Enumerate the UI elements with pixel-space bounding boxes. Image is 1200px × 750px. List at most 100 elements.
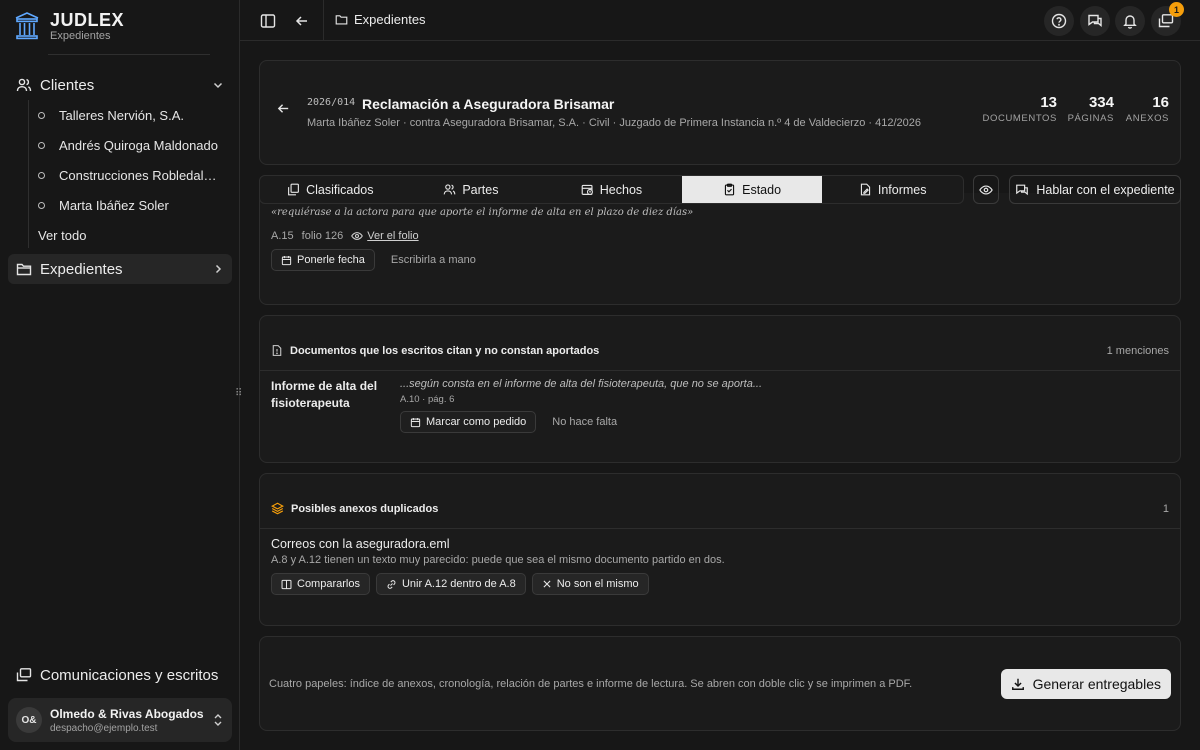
topbar: Expedientes 1 (240, 0, 1200, 41)
chevron-right-icon[interactable] (212, 263, 224, 275)
stat-value: 334 (1088, 94, 1114, 111)
stat-documentos: 13 DOCUMENTOS (983, 94, 1057, 124)
section-title: Posibles anexos duplicados (291, 502, 439, 515)
divider (48, 54, 210, 55)
bullet-icon (38, 141, 45, 149)
missing-doc-quote: ...según consta en el informe de alta de… (400, 378, 763, 390)
toggle-sidebar-button[interactable] (255, 8, 281, 34)
missing-docs-card: Documentos que los escritos citan y no c… (259, 315, 1181, 463)
client-item[interactable]: Andrés Quiroga Maldonado (38, 130, 218, 160)
files-icon (287, 183, 300, 196)
chat-button[interactable] (1080, 6, 1110, 36)
chat-icon (1015, 183, 1029, 197)
not-same-button[interactable]: No son el mismo (531, 573, 649, 595)
tab-label: Informes (877, 182, 927, 197)
duplicate-title: Correos con la aseguradora.eml (271, 537, 450, 551)
folder-icon (335, 13, 348, 26)
divider (260, 528, 1180, 529)
layers-icon (271, 502, 284, 515)
duplicate-description: A.8 y A.12 tienen un texto muy parecido:… (271, 554, 725, 566)
calendar-icon (410, 417, 421, 428)
sidebar: JUDLEX Expedientes Clientes Talleres Ner… (0, 0, 240, 750)
app-name: JUDLEX (50, 10, 125, 30)
brand[interactable]: JUDLEX Expedientes (14, 10, 124, 42)
close-icon (542, 579, 552, 589)
deadline-ref: A.15 folio 126 Ver el folio (271, 230, 419, 242)
mark-requested-label: Marcar como pedido (426, 416, 527, 428)
not-needed-button[interactable]: No hace falta (552, 416, 617, 428)
tab-clasificados[interactable]: Clasificados (260, 176, 401, 203)
case-title: Reclamación a Aseguradora Brisamar (362, 96, 615, 112)
breadcrumb[interactable]: Expedientes (335, 12, 426, 27)
view-folio-link[interactable]: Ver el folio (351, 230, 419, 242)
tasks-button[interactable]: 1 (1151, 2, 1184, 36)
tab-label: Estado (742, 182, 782, 197)
tab-label: Hechos (599, 182, 643, 197)
calendar-icon (281, 255, 292, 266)
nav-expedientes[interactable]: Expedientes (8, 254, 232, 284)
calendar-clock-icon (581, 183, 594, 196)
stat-anexos: 16 ANEXOS (1126, 94, 1169, 124)
client-name: Andrés Quiroga Maldonado (59, 137, 218, 153)
file-edit-icon (859, 183, 872, 196)
annex-ref: A.15 (271, 230, 294, 242)
talk-to-case-button[interactable]: Hablar con el expediente (1009, 175, 1181, 204)
tab-label: Clasificados (306, 182, 374, 197)
set-date-label: Ponerle fecha (297, 254, 365, 266)
merge-label: Unir A.12 dentro de A.8 (401, 578, 516, 590)
breadcrumb-label: Expedientes (354, 12, 426, 27)
ver-todo-label: Ver todo (38, 227, 87, 243)
back-button[interactable] (289, 8, 315, 34)
tab-hechos[interactable]: Hechos (541, 176, 682, 203)
nav-clientes[interactable]: Clientes (8, 70, 232, 100)
mark-requested-button[interactable]: Marcar como pedido (400, 411, 537, 433)
file-alert-icon (271, 344, 283, 357)
case-header: 2026/014 Reclamación a Aseguradora Brisa… (259, 60, 1181, 165)
client-item[interactable]: Talleres Nervión, S.A. (38, 100, 218, 130)
stat-value: 13 (1040, 94, 1057, 111)
folder-icon (16, 261, 32, 277)
notification-badge: 1 (1169, 2, 1184, 17)
account-switcher[interactable]: O& Olmedo & Rivas Abogados despacho@ejem… (8, 698, 232, 742)
tab-informes[interactable]: Informes (822, 176, 963, 203)
write-manually-button[interactable]: Escribirla a mano (391, 254, 476, 266)
deadline-card: «requiérase a la actora para que aporte … (259, 193, 1181, 305)
help-button[interactable] (1044, 6, 1074, 36)
compare-button[interactable]: Compararlos (271, 573, 370, 595)
app-subtitle: Expedientes (50, 30, 111, 42)
preview-button[interactable] (973, 175, 999, 204)
users-icon (443, 183, 456, 196)
avatar: O& (16, 707, 42, 733)
stat-value: 16 (1152, 94, 1169, 111)
missing-doc-name: Informe de alta del fisioterapeuta (271, 379, 378, 410)
stat-label: ANEXOS (1125, 113, 1169, 124)
generate-deliverables-label: Generar entregables (1032, 676, 1161, 692)
nav-comunicaciones[interactable]: Comunicaciones y escritos (8, 660, 232, 690)
client-item[interactable]: Marta Ibáñez Soler (38, 190, 218, 220)
arrow-left-icon[interactable] (276, 101, 291, 116)
link-icon (386, 579, 397, 590)
ver-todo-link[interactable]: Ver todo (38, 220, 218, 250)
bell-button[interactable] (1115, 6, 1145, 36)
bullet-icon (38, 111, 45, 119)
columns-logo-icon (14, 11, 40, 41)
clipboard-check-icon (723, 183, 736, 196)
generate-deliverables-button[interactable]: Generar entregables (1000, 669, 1171, 699)
stat-paginas: 334 PÁGINAS (1068, 94, 1114, 124)
tab-partes[interactable]: Partes (401, 176, 542, 203)
duplicates-card: Posibles anexos duplicados 1 Correos con… (259, 473, 1181, 626)
client-name: Talleres Nervión, S.A. (59, 107, 184, 123)
set-date-button[interactable]: Ponerle fecha (271, 249, 375, 271)
sidebar-resize-handle[interactable]: ⠿ (235, 388, 242, 399)
deadline-quote: «requiérase a la actora para que aporte … (271, 207, 694, 218)
merge-button[interactable]: Unir A.12 dentro de A.8 (375, 573, 526, 595)
client-item[interactable]: Construcciones Robledal, S.L. (38, 160, 218, 190)
compare-label: Compararlos (297, 578, 360, 590)
chevron-down-icon[interactable] (212, 79, 224, 91)
divider (260, 370, 1180, 371)
missing-doc-ref: A.10 · pág. 6 (400, 394, 455, 405)
download-icon (1011, 677, 1025, 691)
missing-docs-header: Documentos que los escritos citan y no c… (271, 344, 1169, 357)
duplicates-header: Posibles anexos duplicados 1 (271, 502, 1169, 515)
tab-estado[interactable]: Estado (681, 176, 823, 203)
